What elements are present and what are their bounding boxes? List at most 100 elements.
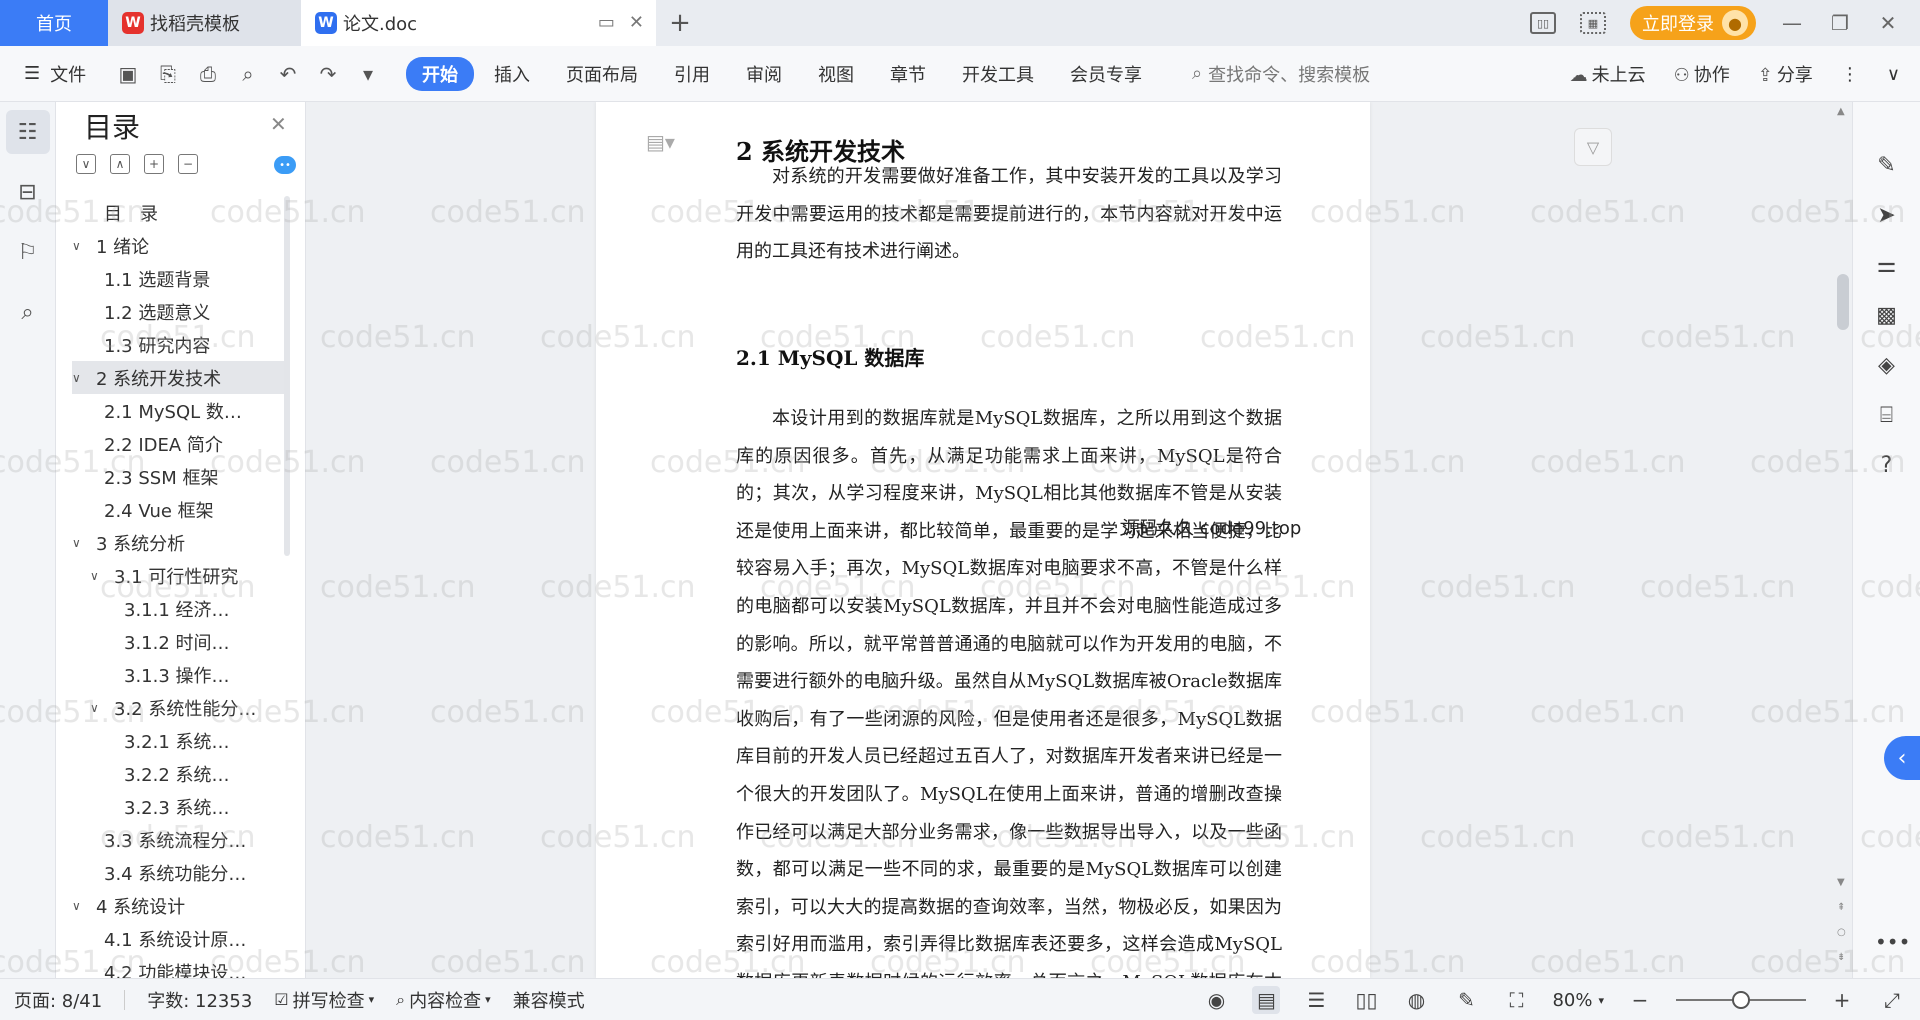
toc-item[interactable]: 目 录 bbox=[72, 196, 284, 229]
zoom-in-icon[interactable]: + bbox=[1828, 986, 1856, 1014]
toc-panel-icon[interactable]: ☷ bbox=[5, 110, 50, 154]
write-mode-icon[interactable]: ✎ bbox=[1452, 986, 1480, 1014]
close-icon[interactable]: ✕ bbox=[270, 112, 287, 136]
spellcheck-button[interactable]: ☑ 拼写检查 ▾ bbox=[274, 987, 374, 1013]
zoom-slider[interactable] bbox=[1676, 991, 1806, 1009]
ribbon-tab[interactable]: 插入 bbox=[478, 57, 546, 91]
fit-page-icon[interactable]: ⛶ bbox=[1502, 986, 1530, 1014]
reading-view-icon[interactable]: ▯▯ bbox=[1352, 986, 1380, 1014]
close-window-icon[interactable]: ✕ bbox=[1876, 11, 1900, 35]
zoom-level[interactable]: 80% bbox=[1552, 990, 1592, 1011]
login-button[interactable]: 立即登录 ● bbox=[1630, 6, 1756, 40]
select-browse-icon[interactable]: ○ bbox=[1837, 927, 1846, 938]
screen-icon[interactable]: ▭ bbox=[598, 12, 615, 33]
ribbon-tab[interactable]: 视图 bbox=[802, 57, 870, 91]
toc-item[interactable]: ∨ 4 系统设计 bbox=[72, 889, 284, 922]
remove-heading-icon[interactable]: − bbox=[178, 154, 198, 174]
chevron-down-icon[interactable]: ∨ bbox=[72, 371, 90, 385]
prev-page-icon[interactable]: ⇞ bbox=[1837, 902, 1845, 913]
reading-mode-icon[interactable]: ▯▯ bbox=[1530, 12, 1556, 34]
toc-item[interactable]: ∨ 3 系统分析 bbox=[72, 526, 284, 559]
ribbon-tab[interactable]: 会员专享 bbox=[1054, 57, 1158, 91]
filter-icon[interactable]: ▽ bbox=[1574, 128, 1612, 166]
toc-item[interactable]: 1.3 研究内容 bbox=[72, 328, 284, 361]
tab-template-store[interactable]: W 找稻壳模板 bbox=[108, 0, 301, 46]
toc-item[interactable]: ∨ 3.1 可行性研究 bbox=[72, 559, 284, 592]
more-menu-icon[interactable]: ⋮ bbox=[1841, 64, 1859, 85]
toc-item[interactable]: 4.1 系统设计原… bbox=[72, 922, 284, 955]
ai-assistant-icon[interactable]: •• bbox=[274, 156, 296, 174]
toc-item[interactable]: 3.3 系统流程分… bbox=[72, 823, 284, 856]
toc-item[interactable]: 3.1.3 操作… bbox=[72, 658, 284, 691]
scroll-up-icon[interactable]: ▲ bbox=[1837, 106, 1845, 117]
doc-subheading[interactable]: 2.1 MySQL 数据库 bbox=[736, 342, 924, 371]
command-search[interactable]: ⌕ 查找命令、搜索模板 bbox=[1192, 61, 1370, 87]
fullscreen-icon[interactable]: ⤢ bbox=[1878, 986, 1906, 1014]
close-tab-icon[interactable]: ✕ bbox=[629, 12, 644, 33]
toc-item[interactable]: 3.4 系统功能分… bbox=[72, 856, 284, 889]
collapse-side-icon[interactable]: ‹ bbox=[1884, 736, 1920, 780]
content-check-button[interactable]: ⌕ 内容检查 ▾ bbox=[396, 987, 491, 1013]
toc-item[interactable]: 3.2.1 系统… bbox=[72, 724, 284, 757]
next-page-icon[interactable]: ⇟ bbox=[1837, 952, 1845, 963]
compass-icon[interactable]: ◈ bbox=[1872, 350, 1902, 380]
redo-icon[interactable]: ↷ bbox=[316, 62, 340, 86]
ribbon-tab[interactable]: 开始 bbox=[406, 56, 474, 91]
chevron-down-icon[interactable]: ∨ bbox=[90, 569, 108, 583]
ribbon-tab[interactable]: 引用 bbox=[658, 57, 726, 91]
help-icon[interactable]: ? bbox=[1872, 450, 1902, 480]
minimize-icon[interactable]: — bbox=[1780, 11, 1804, 35]
document-page[interactable]: ▤▾ 2 系统开发技术 对系统的开发需要做好准备工作，其中安装开发的工具以及学习… bbox=[596, 102, 1370, 978]
web-view-icon[interactable]: ◍ bbox=[1402, 986, 1430, 1014]
zoom-out-icon[interactable]: − bbox=[1626, 986, 1654, 1014]
word-count[interactable]: 字数: 12353 bbox=[147, 987, 252, 1013]
select-cursor-icon[interactable]: ➤ bbox=[1872, 200, 1902, 230]
tab-document[interactable]: W 论文.doc ▭ ✕ bbox=[301, 0, 656, 46]
toc-item[interactable]: 4.2 功能模块设… bbox=[72, 955, 284, 979]
compat-mode[interactable]: 兼容模式 bbox=[513, 987, 585, 1013]
ribbon-tab[interactable]: 开发工具 bbox=[946, 57, 1050, 91]
paragraph-options-icon[interactable]: ▤▾ bbox=[646, 130, 675, 154]
undo-icon[interactable]: ↶ bbox=[276, 62, 300, 86]
toc-item[interactable]: 2.3 SSM 框架 bbox=[72, 460, 284, 493]
zoom-slider-thumb[interactable] bbox=[1732, 991, 1750, 1009]
toc-item[interactable]: 1.2 选题意义 bbox=[72, 295, 284, 328]
toc-item[interactable]: 3.2.2 系统… bbox=[72, 757, 284, 790]
toc-item[interactable]: 1.1 选题背景 bbox=[72, 262, 284, 295]
toc-item[interactable]: 3.1.1 经济… bbox=[72, 592, 284, 625]
collapse-all-icon[interactable]: ∧ bbox=[110, 154, 130, 174]
share-button[interactable]: ⇪ 分享 bbox=[1758, 61, 1813, 87]
doc-paragraph[interactable]: 对系统的开发需要做好准备工作，其中安装开发的工具以及学习开发中需要运用的技术都是… bbox=[736, 158, 1282, 271]
print-icon[interactable]: ⎙ bbox=[196, 62, 220, 86]
toc-item[interactable]: ∨ 2 系统开发技术 bbox=[72, 361, 284, 394]
ribbon-tab[interactable]: 章节 bbox=[874, 57, 942, 91]
expand-all-icon[interactable]: ∨ bbox=[76, 154, 96, 174]
collapse-ribbon-icon[interactable]: ∨ bbox=[1887, 64, 1900, 85]
toc-item[interactable]: 3.2.3 系统… bbox=[72, 790, 284, 823]
toc-item[interactable]: ∨ 3.2 系统性能分… bbox=[72, 691, 284, 724]
chevron-down-icon[interactable]: ∨ bbox=[90, 701, 108, 715]
restore-icon[interactable]: ❐ bbox=[1828, 11, 1852, 35]
toc-item[interactable]: 2.1 MySQL 数… bbox=[72, 394, 284, 427]
customize-dropdown-icon[interactable]: ▾ bbox=[356, 62, 380, 86]
chevron-down-icon[interactable]: ▾ bbox=[1598, 994, 1604, 1007]
add-tab-button[interactable]: + bbox=[656, 0, 704, 46]
chapter-nav-icon[interactable]: ⊟ bbox=[6, 170, 50, 214]
save-icon[interactable]: ▣ bbox=[116, 62, 140, 86]
chevron-down-icon[interactable]: ∨ bbox=[72, 536, 90, 550]
toc-item[interactable]: 2.2 IDEA 简介 bbox=[72, 427, 284, 460]
print-preview-icon[interactable]: ⌕ bbox=[236, 62, 260, 86]
scroll-down-icon[interactable]: ▼ bbox=[1837, 877, 1845, 888]
toc-item[interactable]: ∨ 1 绪论 bbox=[72, 229, 284, 262]
file-menu[interactable]: ☰ 文件 bbox=[0, 61, 100, 87]
more-options-icon[interactable]: ••• bbox=[1875, 930, 1910, 954]
adjust-icon[interactable]: ⚌ bbox=[1872, 250, 1902, 280]
page-view-icon[interactable]: ▤ bbox=[1252, 986, 1281, 1014]
toc-item[interactable]: 2.4 Vue 框架 bbox=[72, 493, 284, 526]
scroll-thumb[interactable] bbox=[1837, 274, 1849, 330]
ribbon-tab[interactable]: 审阅 bbox=[730, 57, 798, 91]
image-tool-icon[interactable]: ▩ bbox=[1872, 300, 1902, 330]
toc-scrollbar[interactable] bbox=[284, 196, 290, 556]
eye-protection-icon[interactable]: ◉ bbox=[1202, 986, 1230, 1014]
doc-paragraph[interactable]: 本设计用到的数据库就是MySQL数据库，之所以用到这个数据库的原因很多。首先，从… bbox=[736, 400, 1282, 978]
